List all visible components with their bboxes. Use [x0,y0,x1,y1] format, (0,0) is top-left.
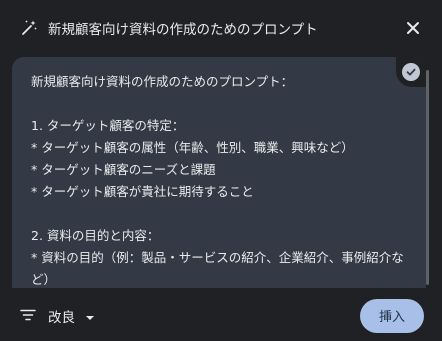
panel-title: 新規顧客向け資料の作成のためのプロンプト [48,22,318,38]
insert-button[interactable]: 挿入 [360,298,424,333]
check-circle-icon [402,63,420,81]
caret-down-icon [85,306,95,325]
close-icon [407,22,419,34]
panel-footer: 改良 挿入 [0,290,442,341]
filter-list-icon [20,306,36,325]
selected-badge [396,57,426,87]
generated-prompt-area[interactable]: 新規顧客向け資料の作成のためのプロンプト： 1. ターゲット顧客の特定： * タ… [12,57,426,288]
magic-wand-sparkle-icon [20,19,38,37]
close-button[interactable] [402,17,424,39]
refine-label: 改良 [48,309,75,326]
panel-header: 新規顧客向け資料の作成のためのプロンプト [0,0,442,56]
refine-button[interactable]: 改良 [20,306,95,326]
generated-prompt-text: 新規顧客向け資料の作成のためのプロンプト： 1. ターゲット顧客の特定： * タ… [31,74,404,287]
scrollbar[interactable] [426,70,429,285]
prompt-panel: 新規顧客向け資料の作成のためのプロンプト 新規顧客向け資料の作成のためのプロンプ… [0,0,442,341]
